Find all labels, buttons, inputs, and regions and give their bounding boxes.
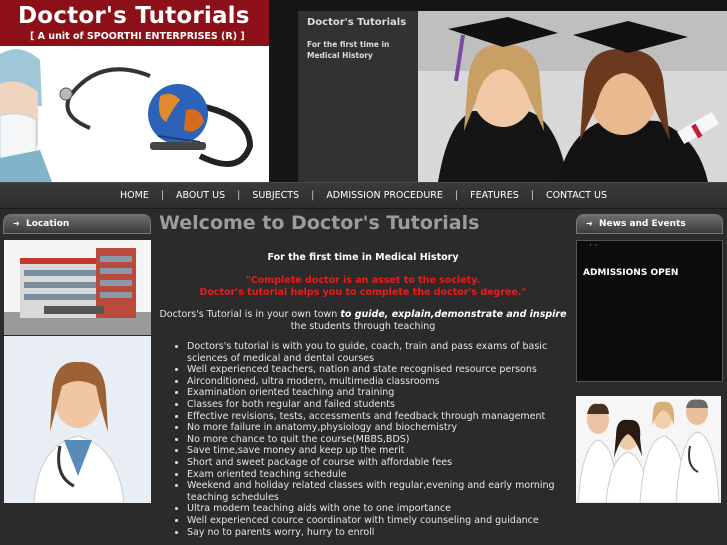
site-logo[interactable]: Doctor's Tutorials [ A unit of SPOORTHI … [0, 0, 269, 182]
page-title: Welcome to Doctor's Tutorials [159, 212, 480, 234]
graduates-banner: Doctor's Tutorials For the first time in… [298, 11, 727, 182]
logo-subtitle: [ A unit of SPOORTHI ENTERPRISES (R) ] [30, 31, 245, 42]
intro-prefix: Doctors's Tutorial is in your own town [159, 309, 341, 320]
arrow-right-icon: ➜ [13, 219, 20, 228]
location-heading-label: Location [26, 219, 70, 229]
quote-line1: "Complete doctor is an asset to the soci… [245, 275, 481, 286]
list-item: Well experienced cource coordinator with… [187, 515, 568, 527]
nav-admission-procedure[interactable]: ADMISSION PROCEDURE [314, 190, 455, 201]
quote-line2: Doctor's tutorial helps you to complete … [199, 287, 527, 298]
news-events-heading-label: News and Events [599, 219, 686, 229]
main-nav: HOME | ABOUT US | SUBJECTS | ADMISSION P… [0, 182, 727, 209]
banner-title: Doctor's Tutorials [307, 17, 407, 28]
news-events-heading[interactable]: ➜ News and Events [576, 214, 723, 234]
list-item: Short and sweet package of course with a… [187, 457, 568, 469]
intro-emphasis: to guide, explain,demonstrate and inspir… [340, 309, 567, 320]
feature-list: Doctors's tutorial is with you to guide,… [158, 341, 568, 538]
list-item: Say no to parents worry, hurry to enroll [187, 527, 568, 539]
list-item: Airconditioned, ultra modern, multimedia… [187, 376, 568, 388]
list-item: No more chance to quit the course(MBBS,B… [187, 434, 568, 446]
list-item: Save time,save money and keep up the mer… [187, 445, 568, 457]
intro-suffix: the students through teaching [290, 321, 436, 332]
doctor-woman-photo [4, 336, 151, 503]
list-item: Weekend and holiday related classes with… [187, 480, 568, 503]
location-heading[interactable]: ➜ Location [3, 214, 151, 234]
list-item: Exam oriented teaching schedule [187, 469, 568, 481]
banner-subtitle-line1: For the first time in [307, 40, 390, 49]
news-marker: · · [589, 241, 598, 251]
nav-home[interactable]: HOME [108, 190, 161, 201]
nav-subjects[interactable]: SUBJECTS [240, 190, 311, 201]
list-item: Classes for both regular and failed stud… [187, 399, 568, 411]
logo-band: Doctor's Tutorials [ A unit of SPOORTHI … [0, 0, 269, 46]
banner-subtitle-line2: Medical History [307, 51, 373, 60]
building-photo [4, 240, 151, 335]
list-item: Ultra modern teaching aids with one to o… [187, 503, 568, 515]
graduates-image [298, 11, 727, 182]
tagline: For the first time in Medical History [267, 252, 459, 263]
header: Doctor's Tutorials [ A unit of SPOORTHI … [0, 0, 727, 182]
list-item: Doctors's tutorial is with you to guide,… [187, 341, 568, 364]
list-item: No more failure in anatomy,physiology an… [187, 422, 568, 434]
list-item: Effective revisions, tests, accessments … [187, 411, 568, 423]
news-item[interactable]: ADMISSIONS OPEN [583, 268, 678, 278]
nav-contact-us[interactable]: CONTACT US [534, 190, 619, 201]
list-item: Examination oriented teaching and traini… [187, 387, 568, 399]
nav-about-us[interactable]: ABOUT US [164, 190, 237, 201]
nav-features[interactable]: FEATURES [458, 190, 531, 201]
intro-text: Doctors's Tutorial is in your own town t… [158, 309, 568, 333]
list-item: Well experienced teachers, nation and st… [187, 364, 568, 376]
arrow-right-icon: ➜ [586, 219, 593, 228]
doctors-team-photo [576, 396, 721, 503]
doctor-globe-stethoscope-image [0, 46, 269, 182]
news-ticker: · · ADMISSIONS OPEN [576, 240, 723, 382]
logo-title: Doctor's Tutorials [18, 3, 250, 29]
